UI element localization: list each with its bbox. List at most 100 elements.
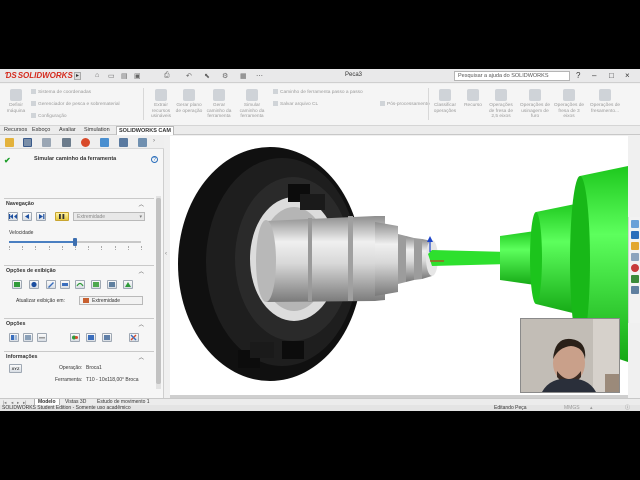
display-holder-button[interactable] [60,280,70,289]
group-opcoes-heading[interactable]: Opções [6,321,25,327]
option-export-button[interactable] [86,333,96,342]
options-arrow-icon[interactable]: ⋯ [256,72,263,80]
stock-manager-button[interactable]: Gerenciador de pesca e sobrematerial [31,101,120,107]
extract-features-button[interactable]: Extrair recursos usináveis [146,89,176,120]
group-navegacao-heading[interactable]: Navegação [6,201,34,207]
print-icon[interactable]: ⎙ [164,72,170,80]
xyz-button[interactable]: XYZ [9,364,22,373]
option-measure-button[interactable] [37,333,47,342]
property-manager-icon[interactable] [23,138,32,147]
rewind-start-button[interactable] [8,212,18,221]
tab-solidworks-cam[interactable]: SOLIDWORKS CAM [116,126,174,135]
feature-icon [467,89,479,101]
save-icon[interactable]: ▣ [134,72,141,80]
mill-3axis-icon [563,89,575,101]
group-informacoes-heading[interactable]: Informações [6,354,38,360]
configuration-button[interactable]: Configuração [31,113,67,119]
close-button[interactable]: × [625,71,630,80]
hole-machining-button[interactable]: Operações de usinagem de furo [518,89,552,120]
speed-slider[interactable] [9,238,141,246]
step-back-button[interactable] [22,212,32,221]
collapse-chevron-icon[interactable]: ︿ [138,320,144,328]
display-manager-icon[interactable] [81,138,90,147]
coordinate-system-button[interactable]: Sistema de coordenadas [31,89,91,95]
panel-collapse-handle[interactable]: ‹ [165,251,169,263]
feature-tree-icon[interactable] [5,138,14,147]
cam-tools-tree-icon[interactable] [138,138,147,147]
navigation-mode-select[interactable]: Extremidade ▾ [73,212,145,221]
milling-operations-button[interactable]: Operações de fresamento... [588,89,622,114]
undo-icon[interactable]: ↶ [186,72,192,80]
collapse-chevron-icon[interactable]: ︿ [138,353,144,361]
update-display-select[interactable]: Extremidade [79,296,143,305]
save-cl-file-button[interactable]: Salvar arquivo CL [273,101,318,107]
operacao-value: Broca1 [86,365,102,371]
options-icon[interactable]: ▦ [240,72,247,80]
help-search-input[interactable]: Pesquisar a ajuda do SOLIDWORKS [454,71,570,81]
option-collision-button[interactable] [70,333,80,342]
display-trace-button[interactable] [91,280,101,289]
ok-check-icon[interactable]: ✔ [4,156,11,165]
sort-operations-button[interactable]: Classificar operações [430,89,460,114]
tab-simulation[interactable]: Simulation [82,126,112,135]
post-process-button[interactable]: Pós-processamento [380,101,430,107]
option-tools-button[interactable] [129,333,139,342]
menu-expand-arrow[interactable]: ▸ [74,72,81,80]
simulate-toolpath-button[interactable]: Simular caminho da ferramenta [236,89,268,120]
units-status[interactable]: MMGS [564,405,580,411]
display-stock-button[interactable] [12,280,22,289]
units-dropdown-icon[interactable]: ▴ [590,405,593,411]
collapse-chevron-icon[interactable]: ︿ [138,200,144,208]
define-machine-button[interactable]: Definir máquina [2,89,30,114]
panel-scrollbar[interactable] [156,196,161,389]
tab-recursos[interactable]: Recursos [2,126,29,135]
step-through-toolpath-button[interactable]: Caminho de ferramenta passo a passo [273,89,363,95]
feature-button[interactable]: Recurso [461,89,485,109]
generate-toolpath-button[interactable]: Gerar caminho da ferramenta [204,89,234,120]
new-document-icon[interactable]: ▭ [108,72,115,80]
option-section-button[interactable] [23,333,33,342]
group-opcoes-exibicao-heading[interactable]: Opções de exibição [6,268,56,274]
display-machine-button[interactable] [123,280,133,289]
collapse-chevron-icon[interactable]: ︿ [138,267,144,275]
dimxpert-icon[interactable] [62,138,71,147]
design-library-icon[interactable] [631,242,639,250]
view-palette-icon[interactable] [631,286,639,294]
option-save-button[interactable] [102,333,112,342]
maximize-button[interactable]: □ [609,71,614,80]
minimize-button[interactable]: – [592,71,596,80]
mill-3-axis-button[interactable]: Operações de fresa de 3 eixos [553,89,585,120]
display-part-button[interactable] [29,280,39,289]
option-compare-button[interactable] [9,333,19,342]
display-tool-button[interactable] [46,280,56,289]
home-pane-icon[interactable] [631,220,639,228]
home-icon[interactable]: ⌂ [95,72,99,79]
display-path-button[interactable] [75,280,85,289]
pause-button[interactable] [55,212,69,221]
mill-25-axis-button[interactable]: Operações de fresa de 2,5 eixos [486,89,516,120]
custom-properties-icon[interactable] [631,275,639,283]
speed-slider-knob[interactable] [73,238,77,246]
cam-operation-tree-icon[interactable] [119,138,128,147]
file-explorer-icon[interactable] [631,253,639,261]
play-button[interactable] [36,212,46,221]
panel-scroll-thumb[interactable] [156,198,161,384]
panel-more-arrow-icon[interactable]: › [153,138,155,144]
resources-pane-icon[interactable] [631,231,639,239]
pm-help-icon[interactable]: ? [151,156,158,163]
help-icon[interactable]: ? [576,71,580,80]
generate-operation-plan-button[interactable]: Gerar plano de operação [175,89,203,114]
tab-avaliar[interactable]: Avaliar [57,126,78,135]
configuration-manager-icon[interactable] [42,138,51,147]
rebuild-icon[interactable]: ⚙ [222,72,228,80]
cam-feature-tree-icon[interactable] [100,138,109,147]
command-manager: Definir máquina Sistema de coordenadas G… [0,84,640,126]
appearances-icon[interactable] [631,264,639,272]
property-manager: › Simular caminho da ferramenta ? ✔ Nave… [0,136,164,398]
speed-slider-tick [101,246,103,250]
status-info-icon[interactable]: ⓘ [625,405,630,411]
open-icon[interactable]: ▤ [121,72,128,80]
display-fixture-button[interactable] [107,280,117,289]
select-icon[interactable]: ⬉ [204,72,210,80]
tab-esboco[interactable]: Esboço [30,126,52,135]
